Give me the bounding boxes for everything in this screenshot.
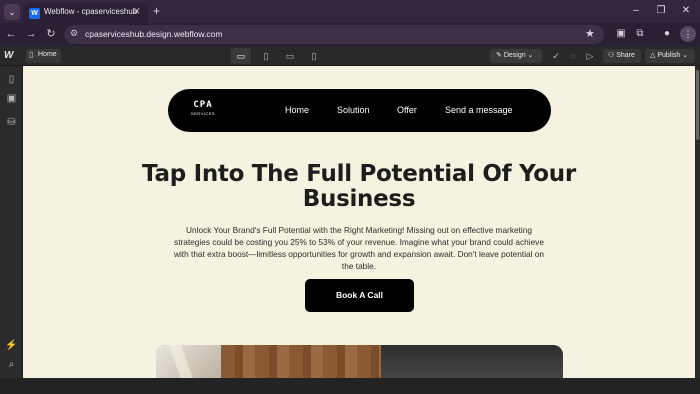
page-icon: ▯: [29, 50, 34, 59]
cms-database-icon[interactable]: ⛁: [4, 115, 19, 130]
design-label: Design: [503, 52, 526, 59]
canvas-scrollbar[interactable]: [695, 66, 700, 378]
book-call-button[interactable]: Book A Call: [305, 279, 414, 312]
extension-icon[interactable]: ▣: [614, 27, 628, 41]
logo-text: CPA: [193, 100, 213, 110]
webflow-logo-icon[interactable]: W: [4, 50, 13, 61]
browser-tab-active[interactable]: W Webflow - cpaserviceshub ✕: [23, 3, 148, 23]
image-wood-floor: [221, 345, 381, 378]
brush-icon: ✎: [496, 52, 504, 59]
page-selector[interactable]: ▯ Home: [26, 49, 61, 63]
tab-title: Webflow - cpaserviceshub: [44, 7, 138, 16]
publish-button[interactable]: △ Publish ⌄: [645, 49, 695, 63]
nav-link-home[interactable]: Home: [285, 105, 309, 115]
search-icon[interactable]: ⌕: [4, 357, 19, 372]
maximize-button[interactable]: ❐: [653, 3, 669, 19]
webflow-topbar: W ▯ Home ▭ ▯ ▭ ▯ ✎ Design ⌄ ✓ ◌ ▷ ⚇ Shar…: [0, 46, 700, 66]
chevron-down-icon: ⌄: [680, 52, 689, 59]
apps-icon[interactable]: ⚡: [4, 338, 19, 353]
hero-paragraph: Unlock Your Brand's Full Potential with …: [173, 225, 545, 271]
breakpoint-mobile-icon[interactable]: ▯: [304, 48, 324, 64]
browser-menu-icon[interactable]: ⋮: [680, 26, 696, 42]
site-navbar[interactable]: CPA SERVICES Home Solution Offer Send a …: [168, 89, 551, 132]
preview-play-icon[interactable]: ▷: [583, 49, 597, 63]
left-sidebar: ▯ ▣ ⛁ ⚡ ⌕ ▭: [0, 66, 23, 387]
bottom-bar: [0, 378, 700, 394]
reload-icon[interactable]: ↻: [44, 27, 58, 41]
hero-image: [156, 345, 563, 378]
new-tab-button[interactable]: +: [153, 4, 160, 18]
chevron-down-icon: ⌄: [525, 52, 534, 59]
nav-link-send-message[interactable]: Send a message: [445, 105, 513, 115]
forward-arrow-icon[interactable]: →: [24, 27, 38, 41]
breakpoint-tablet-icon[interactable]: ▯: [256, 48, 276, 64]
logo-subtext: SERVICES: [190, 111, 216, 116]
minimize-button[interactable]: –: [628, 3, 644, 19]
nav-link-solution[interactable]: Solution: [337, 105, 370, 115]
pages-icon[interactable]: ▯: [4, 72, 19, 87]
breakpoint-landscape-icon[interactable]: ▭: [280, 48, 300, 64]
comment-icon[interactable]: ◌: [566, 49, 580, 63]
publish-label: Publish: [657, 52, 681, 59]
design-canvas[interactable]: CPA SERVICES Home Solution Offer Send a …: [23, 66, 695, 378]
design-mode-button[interactable]: ✎ Design ⌄: [490, 49, 542, 63]
tab-close-icon[interactable]: ✕: [133, 6, 141, 17]
browser-toolbar: ← → ↻ ⚙ cpaserviceshub.design.webflow.co…: [0, 23, 700, 46]
image-dark-area: [381, 345, 563, 378]
site-settings-icon[interactable]: ⚙: [70, 28, 78, 39]
person-icon: ⚇: [608, 52, 617, 59]
check-icon[interactable]: ✓: [549, 49, 563, 63]
url-text[interactable]: cpaserviceshub.design.webflow.com: [85, 29, 223, 39]
share-button[interactable]: ⚇ Share: [603, 49, 641, 63]
nav-link-offer[interactable]: Offer: [397, 105, 417, 115]
webflow-favicon-icon: W: [29, 8, 40, 19]
bookmark-star-icon[interactable]: ★: [585, 27, 595, 40]
browser-tab-strip: ⌄ W Webflow - cpaserviceshub ✕ + – ❐ ✕: [0, 0, 700, 23]
hero-title: Tap Into The Full Potential Of Your Busi…: [142, 161, 576, 212]
profile-icon[interactable]: ●: [660, 27, 674, 41]
breakpoint-desktop-icon[interactable]: ▭: [231, 48, 251, 64]
share-label: Share: [616, 52, 635, 59]
page-name: Home: [38, 51, 57, 58]
assets-icon[interactable]: ▣: [4, 91, 19, 106]
puzzle-extensions-icon[interactable]: ⧉: [633, 27, 647, 41]
close-window-button[interactable]: ✕: [678, 3, 694, 19]
tab-search-chevron-icon[interactable]: ⌄: [4, 4, 20, 20]
site-logo[interactable]: CPA SERVICES: [188, 100, 218, 116]
scrollbar-thumb[interactable]: [696, 70, 699, 140]
back-arrow-icon[interactable]: ←: [4, 27, 18, 41]
address-bar[interactable]: ⚙ cpaserviceshub.design.webflow.com ★: [64, 25, 604, 44]
